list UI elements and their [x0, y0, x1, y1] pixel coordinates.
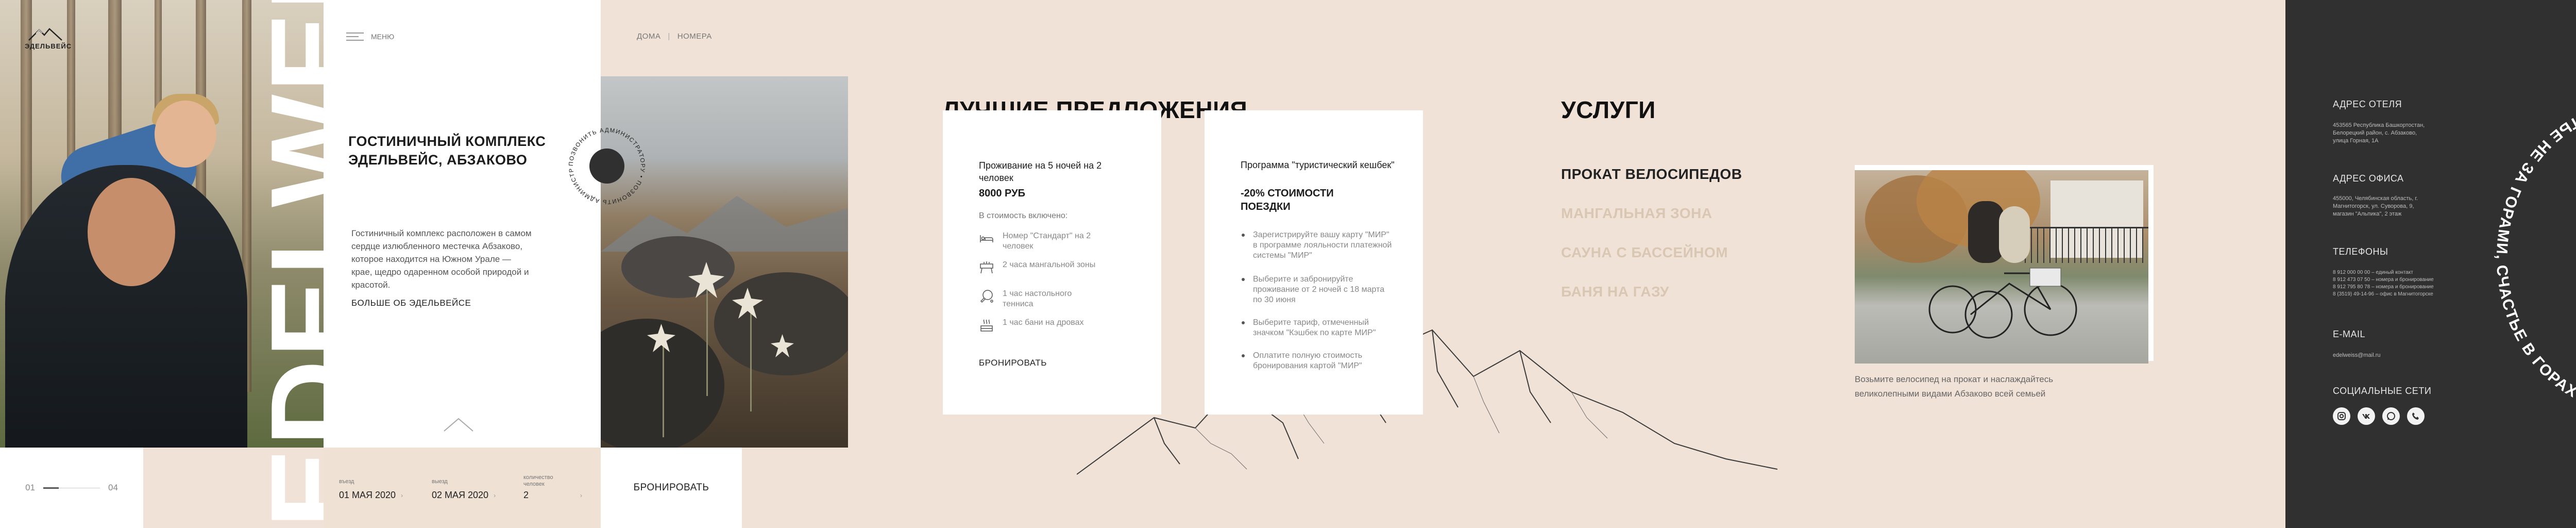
guests-label: количество человек	[523, 474, 553, 487]
offer-included-label: В стоимость включено:	[979, 211, 1068, 220]
service-caption: Возьмите велосипед на прокат и наслаждай…	[1855, 374, 2054, 399]
phone-icon[interactable]	[2407, 407, 2425, 425]
slogan-text: СЧАСТЬЕ НЕ ЗА ГОРАМИ, СЧАСТЬЕ В ГОРАХ	[2493, 100, 2576, 401]
email-title: E-MAIL	[2333, 329, 2366, 339]
chevron-right-icon: ›	[580, 491, 583, 499]
mountains-sketch	[1077, 308, 1777, 475]
services-title: УСЛУГИ	[1561, 96, 1656, 123]
bed-icon	[980, 235, 993, 242]
checkout-value: 02 МАЯ 2020	[432, 490, 489, 500]
slide-pager[interactable]: 01 04	[0, 448, 143, 528]
logo[interactable]: ЭДЕЛЬВЕЙС	[25, 27, 71, 50]
phone-item[interactable]: 8 912 000 00 00 – единый контакт	[2333, 269, 2434, 276]
more-about-link[interactable]: БОЛЬШЕ ОБ ЭДЕЛЬВЕЙСЕ	[351, 298, 471, 308]
cashback-step: Выберите и забронируйте проживание от 2 …	[1242, 274, 1395, 305]
grill-icon	[980, 261, 993, 274]
contacts-panel: АДРЕС ОТЕЛЯ 453565 Республика Башкортост…	[2285, 0, 2576, 528]
booking-bar: въезд 01 МАЯ 2020 › выезд 02 МАЯ 2020 › ко…	[324, 448, 601, 528]
burger-icon	[346, 30, 364, 43]
breadcrumb: ДОМА | НОМЕРА	[637, 32, 712, 41]
service-item-sauna[interactable]: САУНА С БАССЕЙНОМ	[1561, 244, 1728, 261]
book-button[interactable]: БРОНИРОВАТЬ	[601, 448, 742, 528]
social-title: СОЦИАЛЬНЫЕ СЕТИ	[2333, 386, 2432, 396]
offer-title: Программа "туристический кешбек"	[1241, 160, 1395, 170]
offer-feature: 1 час настольного тенниса	[979, 289, 1097, 309]
offer-book-link[interactable]: БРОНИРОВАТЬ	[979, 358, 1047, 368]
phone-item[interactable]: 8 (3519) 49-14-96 – офис в Магнитогорске	[2333, 291, 2434, 298]
checkout-field[interactable]: выезд 02 МАЯ 2020 ›	[432, 478, 496, 501]
svg-text:СЧАСТЬЕ НЕ ЗА ГОРАМИ, СЧАСТЬЕ: СЧАСТЬЕ НЕ ЗА ГОРАМИ, СЧАСТЬЕ В ГОРАХ	[2493, 100, 2576, 401]
menu-button[interactable]: МЕНЮ	[346, 30, 394, 43]
guests-value: 2	[523, 490, 529, 500]
call-admin-badge[interactable]: ПОЗВОНИТЬ АДМИНИСТРАТОРУ • ПОЗВОНИТЬ АДМ…	[558, 115, 653, 212]
cashback-step: Выберите тариф, отмеченный значком "Кэшб…	[1242, 318, 1395, 338]
cashback-step: Оплатите полную стоимость бронирования к…	[1242, 351, 1395, 371]
sauna-icon	[980, 319, 993, 332]
offer-title: Проживание на 5 ночей на 2 человек	[979, 160, 1102, 183]
guests-field[interactable]: количество человек 2 ›	[523, 474, 590, 501]
service-item-bike-rental[interactable]: ПРОКАТ ВЕЛОСИПЕДОВ	[1561, 166, 1742, 183]
phone-item[interactable]: 8 912 473 07 50 – номера и бронирование	[2333, 276, 2434, 284]
logo-text: ЭДЕЛЬВЕЙС	[25, 42, 72, 50]
checkin-label: въезд	[339, 478, 354, 485]
hotel-title: ГОСТИНИЧНЫЙ КОМПЛЕКС ЭДЕЛЬВЕЙС, АБЗАКОВО	[348, 134, 546, 168]
offer-card-stay: Проживание на 5 ночей на 2 человек 8000 …	[943, 110, 1161, 415]
offer-card-cashback: Программа "туристический кешбек" -20% СТ…	[1205, 110, 1423, 415]
menu-label: МЕНЮ	[371, 32, 395, 41]
service-item-bathhouse[interactable]: БАНЯ НА ГАЗУ	[1561, 284, 1669, 300]
vk-icon[interactable]	[2358, 407, 2375, 425]
ping-pong-icon	[980, 290, 993, 303]
mountain-logo-icon	[28, 28, 62, 41]
chevron-right-icon: ›	[401, 491, 403, 499]
whatsapp-icon[interactable]	[2382, 407, 2400, 425]
slogan-circle-text: СЧАСТЬЕ НЕ ЗА ГОРАМИ, СЧАСТЬЕ В ГОРАХ	[2493, 100, 2576, 401]
pager-current: 01	[25, 483, 35, 492]
offer-feature: 1 час бани на дровах	[979, 318, 1097, 333]
social-links	[2333, 407, 2425, 425]
offer-feature: Номер "Стандарт" на 2 человек	[979, 231, 1097, 252]
breadcrumb-current[interactable]: НОМЕРА	[677, 32, 712, 41]
service-item-grill[interactable]: МАНГАЛЬНАЯ ЗОНА	[1561, 205, 1712, 222]
checkin-value: 01 МАЯ 2020	[339, 490, 396, 500]
office-address: 455000, Челябинская область, г. Магнитог…	[2333, 195, 2418, 217]
phone-item[interactable]: 8 912 795 80 78 – номера и бронирование	[2333, 284, 2434, 291]
checkout-label: выезд	[432, 478, 448, 485]
instagram-icon[interactable]	[2333, 407, 2350, 425]
office-address-title: АДРЕС ОФИСА	[2333, 173, 2404, 184]
offer-feature: 2 часа мангальной зоны	[979, 260, 1097, 275]
phones-list: 8 912 000 00 00 – единый контакт 8 912 4…	[2333, 269, 2434, 298]
bike-rental-photo	[1855, 165, 2154, 364]
checkin-field[interactable]: въезд 01 МАЯ 2020 ›	[339, 478, 403, 501]
phones-title: ТЕЛЕФОНЫ	[2333, 246, 2388, 257]
offer-discount: -20% СТОИМОСТИ ПОЕЗДКИ	[1241, 188, 1334, 212]
pager-total: 04	[108, 483, 118, 492]
chevron-right-icon: ›	[494, 491, 496, 499]
hotel-address-title: АДРЕС ОТЕЛЯ	[2333, 99, 2402, 109]
offer-price: 8000 РУБ	[979, 188, 1025, 199]
hotel-address: 453565 Республика Башкортостан, Белорецк…	[2333, 122, 2425, 144]
hotel-description: Гостиничный комплекс расположен в самом …	[351, 228, 532, 290]
email-link[interactable]: edelweiss@mail.ru	[2333, 352, 2380, 359]
scroll-up-icon[interactable]	[443, 417, 474, 435]
cashback-step: Зарегистрируйте вашу карту "МИР" в прогр…	[1242, 230, 1395, 261]
breadcrumb-home[interactable]: ДОМА	[637, 32, 660, 41]
